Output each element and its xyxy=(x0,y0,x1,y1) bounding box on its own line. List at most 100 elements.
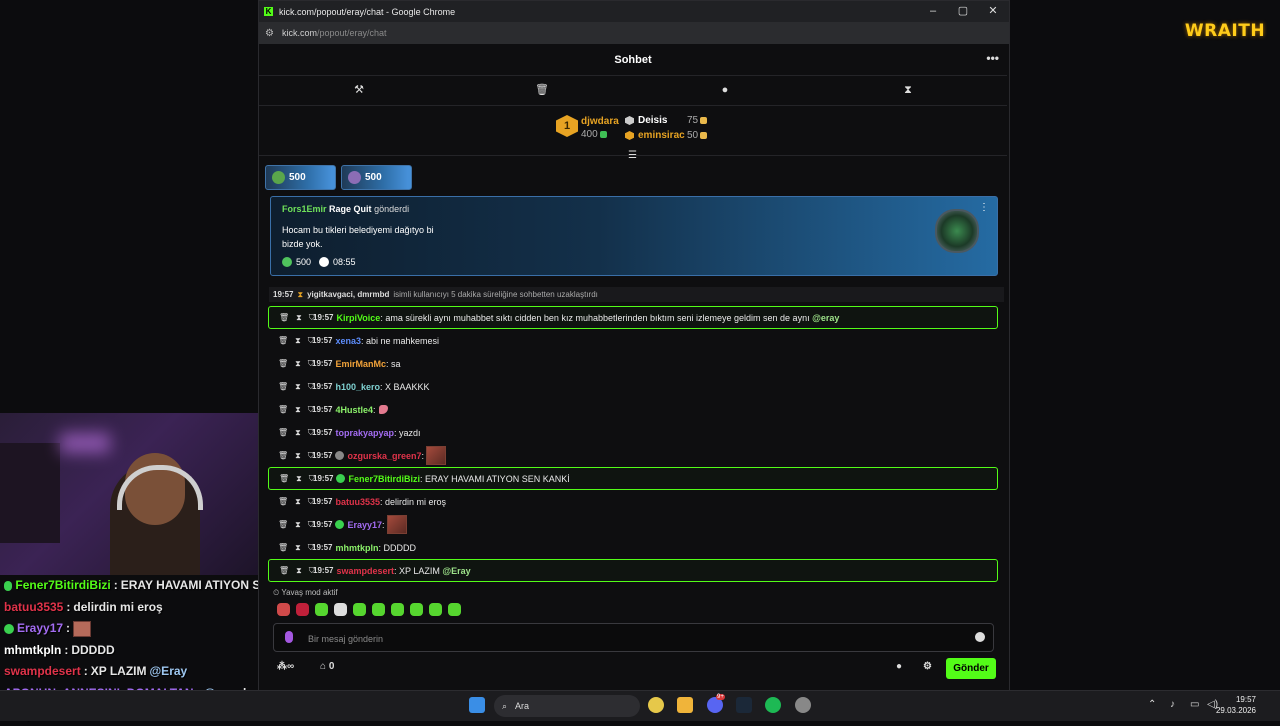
emote-icon[interactable] xyxy=(372,603,385,616)
windows-start-icon[interactable] xyxy=(469,697,485,713)
emote-icon[interactable] xyxy=(334,603,347,616)
points-store[interactable]: ⌂ 0 xyxy=(320,661,334,672)
trash-icon[interactable]: 🗑 xyxy=(534,82,550,98)
trash-icon[interactable]: 🗑 xyxy=(278,428,288,438)
taskbar-search[interactable]: ⌕ Ara xyxy=(494,695,640,717)
gift-pill[interactable]: 500 xyxy=(341,165,412,190)
trash-icon[interactable]: 🗑 xyxy=(278,405,288,415)
trash-icon[interactable]: 🗑 xyxy=(278,451,288,461)
notice-time: 19:57 xyxy=(273,290,294,299)
timeout-icon[interactable]: ⧗ xyxy=(295,405,301,415)
chat-message[interactable]: 🗑 ⧗ ⛉ 19:57 4Hustle4: xyxy=(268,398,998,421)
send-button[interactable]: Gönder xyxy=(946,658,996,679)
timeout-icon[interactable]: ⧗ xyxy=(295,382,301,392)
close-button[interactable]: ✕ xyxy=(985,4,1001,18)
spotify-icon[interactable] xyxy=(765,697,781,713)
chat-message[interactable]: 🗑 ⧗ ⛉ 19:57 EmirManMc: sa xyxy=(268,352,998,375)
ban-hammer-icon[interactable]: ⚒ xyxy=(351,82,367,98)
message-username[interactable]: xena3 xyxy=(335,336,361,346)
emote-icon[interactable] xyxy=(410,603,423,616)
timeout-icon[interactable]: ⧗ xyxy=(295,451,301,461)
chat-message[interactable]: 🗑 ⧗ ⛉ 19:57 h100_kero: X BAAKKK xyxy=(268,375,998,398)
message-input[interactable] xyxy=(306,630,950,648)
steam-icon[interactable] xyxy=(736,697,752,713)
message-username[interactable]: batuu3535 xyxy=(335,497,380,507)
microphone-icon[interactable] xyxy=(285,631,293,643)
trash-icon[interactable]: 🗑 xyxy=(279,313,289,323)
chat-message[interactable]: 🗑 ⧗ ⛉ 19:57 KirpiVoice: ama sürekli aynı m… xyxy=(268,306,998,329)
clock-date: 29.03.2026 xyxy=(1215,706,1256,715)
message-username[interactable]: Erayy17 xyxy=(347,520,382,530)
microphone-tray-icon[interactable]: ♪ xyxy=(1170,699,1175,710)
chat-message[interactable]: 🗑 ⧗ ⛉ 19:57 Erayy17: xyxy=(268,513,998,536)
trash-icon[interactable]: 🗑 xyxy=(278,543,288,553)
message-username[interactable]: mhmtkpln xyxy=(335,543,378,553)
emote-icon[interactable] xyxy=(448,603,461,616)
gift-pill[interactable]: 500 xyxy=(265,165,336,190)
message-time: 19:57 xyxy=(313,313,334,322)
tray-chevron-icon[interactable]: ⌃ xyxy=(1148,699,1156,710)
pinned-gift-message[interactable]: Fors1Emir Rage Quit gönderdi Hocam bu ti… xyxy=(270,196,998,276)
message-username[interactable]: toprakyapyap xyxy=(335,428,394,438)
message-username[interactable]: KirpiVoice xyxy=(336,313,380,323)
message-username[interactable]: EmirManMc xyxy=(335,359,386,369)
message-mention: @Eray xyxy=(442,565,471,576)
collapse-toggle-icon[interactable]: ☰ xyxy=(628,150,638,161)
message-username[interactable]: swampdesert xyxy=(336,566,394,576)
message-username[interactable]: ozgurska_green7 xyxy=(347,451,421,461)
minimize-button[interactable]: – xyxy=(925,4,941,18)
maximize-button[interactable]: ▢ xyxy=(955,4,971,18)
chat-message[interactable]: 🗑 ⧗ ⛉ 19:57 Fener7BitirdiBizi: ERAY HAVAMI… xyxy=(268,467,998,490)
hourglass-icon[interactable]: ⧗ xyxy=(900,82,916,98)
message-time: 19:57 xyxy=(312,428,333,437)
timeout-icon[interactable]: ⧗ xyxy=(295,520,301,530)
message-username[interactable]: Fener7BitirdiBizi xyxy=(348,474,420,484)
trash-icon[interactable]: 🗑 xyxy=(278,520,288,530)
overlay-username: Erayy17 xyxy=(17,621,64,636)
emote-icon[interactable] xyxy=(277,603,290,616)
chat-bubble-icon[interactable]: ● xyxy=(717,82,733,98)
trash-icon[interactable]: 🗑 xyxy=(278,336,288,346)
site-info-icon[interactable]: ⚙ xyxy=(265,28,274,39)
timeout-icon[interactable]: ⧗ xyxy=(295,428,301,438)
gear-icon[interactable]: ⚙ xyxy=(923,661,932,672)
trash-icon[interactable]: 🗑 xyxy=(278,497,288,507)
chrome-icon[interactable] xyxy=(648,697,664,713)
chat-settings-bubble-icon[interactable]: ● xyxy=(896,661,902,672)
timeout-icon[interactable]: ⧗ xyxy=(295,497,301,507)
message-username[interactable]: h100_kero xyxy=(335,382,380,392)
emote-icon[interactable] xyxy=(296,603,309,616)
gift-leaderboard: 1 djwdara 400 Deisis 75 eminsirac 50 ☰ xyxy=(259,106,1007,161)
timeout-icon[interactable]: ⧗ xyxy=(296,566,302,576)
message-time: 19:57 xyxy=(312,405,333,414)
emote-icon[interactable] xyxy=(429,603,442,616)
more-options-icon[interactable]: ••• xyxy=(986,51,999,65)
emote-icon[interactable] xyxy=(391,603,404,616)
trash-icon[interactable]: 🗑 xyxy=(278,382,288,392)
emote-icon[interactable] xyxy=(315,603,328,616)
trash-icon[interactable]: 🗑 xyxy=(278,359,288,369)
chat-message[interactable]: 🗑 ⧗ ⛉ 19:57 mhmtkpln: DDDDD xyxy=(268,536,998,559)
chat-message[interactable]: 🗑 ⧗ ⛉ 19:57 xena3: abi ne mahkemesi xyxy=(268,329,998,352)
chat-message[interactable]: 🗑 ⧗ ⛉ 19:57 toprakyapyap: yazdı xyxy=(268,421,998,444)
timeout-icon[interactable]: ⧗ xyxy=(295,359,301,369)
emoji-icon[interactable] xyxy=(975,632,985,642)
taskbar-clock[interactable]: 19:57 29.03.2026 xyxy=(1216,694,1256,716)
message-username[interactable]: 4Hustle4 xyxy=(335,405,373,415)
chat-message[interactable]: 🗑 ⧗ ⛉ 19:57 ozgurska_green7: xyxy=(268,444,998,467)
emote-icon[interactable] xyxy=(353,603,366,616)
pinned-more-icon[interactable]: ⋮ xyxy=(979,202,989,213)
users-icon[interactable]: ⁂∞ xyxy=(277,661,294,672)
timeout-icon[interactable]: ⧗ xyxy=(296,313,302,323)
trash-icon[interactable]: 🗑 xyxy=(279,566,289,576)
timeout-icon[interactable]: ⧗ xyxy=(295,336,301,346)
network-icon[interactable]: ▭ xyxy=(1190,699,1199,710)
trash-icon[interactable]: 🗑 xyxy=(279,474,289,484)
timeout-icon[interactable]: ⧗ xyxy=(295,543,301,553)
address-bar[interactable]: ⚙ kick.com/popout/eray/chat xyxy=(259,22,1009,44)
app-icon[interactable] xyxy=(795,697,811,713)
chat-message[interactable]: 🗑 ⧗ ⛉ 19:57 batuu3535: delirdin mi eroş xyxy=(268,490,998,513)
timeout-icon[interactable]: ⧗ xyxy=(296,474,302,484)
file-explorer-icon[interactable] xyxy=(677,697,693,713)
chat-message[interactable]: 🗑 ⧗ ⛉ 19:57 swampdesert: XP LAZIM @Eray xyxy=(268,559,998,582)
